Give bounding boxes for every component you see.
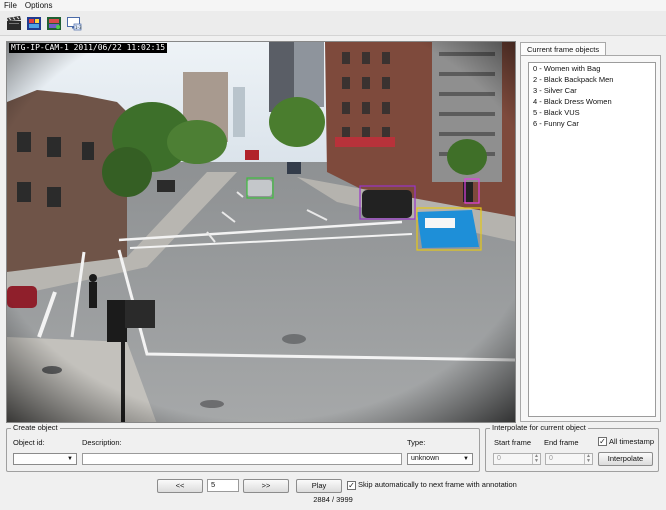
list-item[interactable]: 5 - Black VUS <box>529 107 655 118</box>
menu-options[interactable]: Options <box>21 0 57 11</box>
menu-file[interactable]: File <box>0 0 21 11</box>
end-frame-spinbox[interactable]: 0 ▲ ▼ <box>545 453 593 465</box>
toolbar: 1-3 <box>0 11 666 36</box>
type-label: Type: <box>407 438 426 447</box>
start-frame-value: 0 <box>497 455 501 462</box>
monitor-counter-icon[interactable]: 1-3 <box>66 16 82 31</box>
list-item[interactable]: 0 - Women with Bag <box>529 63 655 74</box>
interpolate-title: Interpolate for current object <box>490 423 588 433</box>
frame-counter: 2884 / 3999 <box>313 495 353 504</box>
type-combo[interactable]: unknown ▼ <box>407 453 473 465</box>
list-item[interactable]: 2 - Black Backpack Men <box>529 74 655 85</box>
menu-bar: File Options <box>0 0 666 11</box>
start-frame-spinbox[interactable]: 0 ▲ ▼ <box>493 453 541 465</box>
object-id-combo[interactable]: ▼ <box>13 453 77 465</box>
skip-annotation-label: Skip automatically to next frame with an… <box>358 480 517 489</box>
previous-frame-button[interactable]: << <box>157 479 203 493</box>
clapperboard-icon[interactable] <box>6 16 22 31</box>
spin-arrows-icon: ▲ ▼ <box>584 454 592 464</box>
skip-annotation-checkbox[interactable]: ✓ <box>347 481 356 490</box>
end-frame-value: 0 <box>549 455 553 462</box>
film-frames-icon[interactable] <box>26 16 42 31</box>
create-object-title: Create object <box>11 423 60 433</box>
start-frame-label: Start frame <box>494 438 532 447</box>
list-item[interactable]: 6 - Funny Car <box>529 118 655 129</box>
end-frame-label: End frame <box>544 438 579 447</box>
next-frame-button[interactable]: >> <box>243 479 289 493</box>
svg-text:1-3: 1-3 <box>75 25 82 30</box>
description-label: Description: <box>82 438 122 447</box>
list-item[interactable]: 4 - Black Dress Women <box>529 96 655 107</box>
video-frame[interactable]: MTG-IP-CAM-1 2011/06/22 11:02:15 <box>6 41 516 423</box>
play-button[interactable]: Play <box>296 479 342 493</box>
chevron-down-icon: ▼ <box>67 456 73 462</box>
all-timestamp-checkbox[interactable]: ✓ <box>598 437 607 446</box>
object-list[interactable]: 0 - Women with Bag 2 - Black Backpack Me… <box>528 62 656 417</box>
object-id-label: Object id: <box>13 438 45 447</box>
type-value: unknown <box>411 455 440 462</box>
frame-step-input[interactable]: 5 <box>207 479 239 492</box>
chevron-down-icon: ▼ <box>463 456 469 462</box>
camera-timestamp-overlay: MTG-IP-CAM-1 2011/06/22 11:02:15 <box>9 43 168 53</box>
all-timestamp-label: All timestamp <box>609 437 655 446</box>
current-frame-objects-panel: 0 - Women with Bag 2 - Black Backpack Me… <box>520 55 661 422</box>
description-input[interactable] <box>82 453 402 465</box>
video-scene <box>7 42 515 422</box>
list-item[interactable]: 3 - Silver Car <box>529 85 655 96</box>
film-edit-icon[interactable] <box>46 16 62 31</box>
tab-current-frame-objects[interactable]: Current frame objects <box>520 42 607 56</box>
interpolate-button[interactable]: Interpolate <box>598 452 653 466</box>
interpolate-group: Interpolate for current object Start fra… <box>485 423 659 472</box>
spin-arrows-icon: ▲ ▼ <box>532 454 540 464</box>
create-object-group: Create object Object id: ▼ Description: … <box>6 423 480 472</box>
